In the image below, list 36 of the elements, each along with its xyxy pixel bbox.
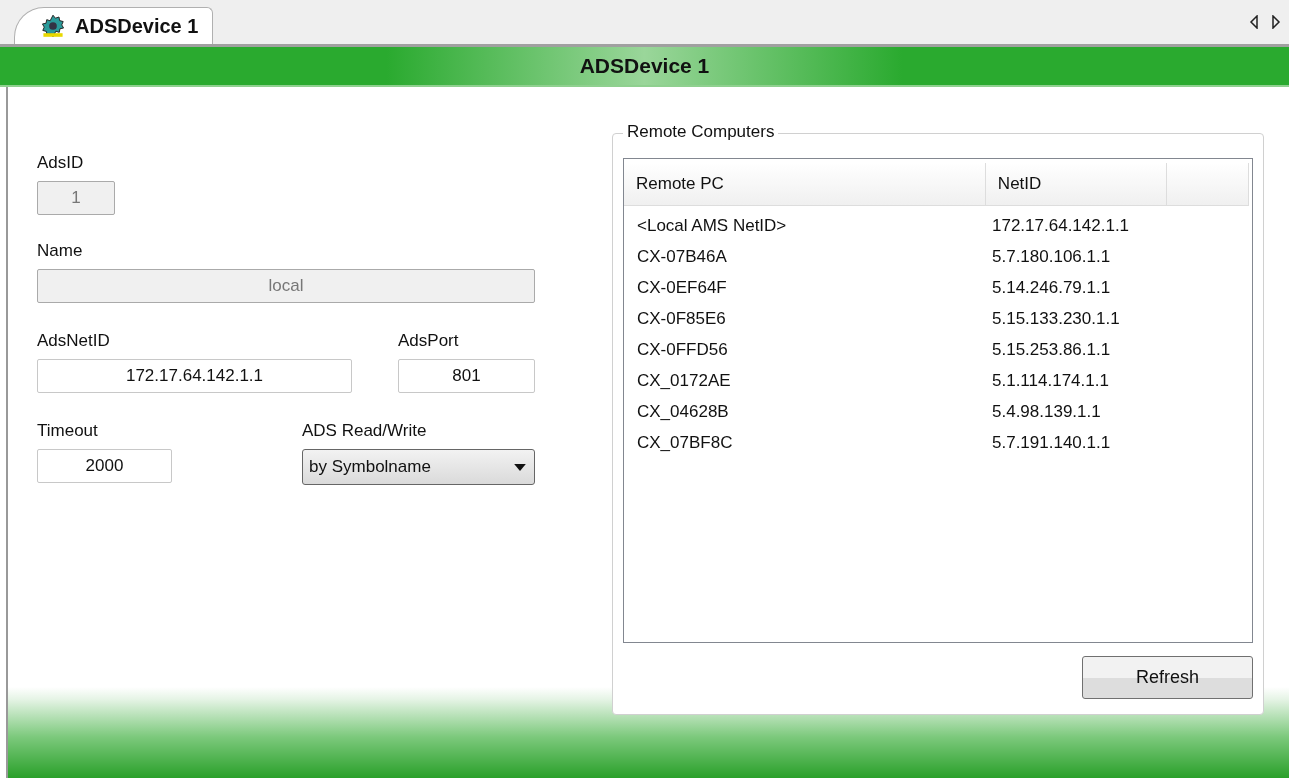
group-title: Remote Computers [623, 122, 779, 142]
list-cell[interactable]: CX-0EF64F [624, 277, 992, 298]
column-header[interactable]: NetID [985, 163, 1168, 205]
field-label: Name [37, 241, 83, 261]
ads-net-id-field[interactable]: 172.17.64.142.1.1 [37, 359, 352, 393]
timeout-field[interactable]: 2000 [37, 449, 172, 483]
field-label: AdsPort [398, 331, 459, 351]
column-header[interactable]: Remote PC [624, 163, 986, 205]
list-cell[interactable]: CX_07BF8C [624, 432, 992, 453]
list-cell[interactable]: 5.1.114.174.1.1 [992, 370, 1109, 391]
gear-icon [41, 14, 65, 38]
list-cell[interactable]: <Local AMS NetID> [624, 215, 992, 236]
list-cell[interactable]: CX-0F85E6 [624, 308, 992, 329]
device-tab[interactable]: ADSDevice 1 [14, 7, 214, 44]
field-label: AdsNetID [37, 331, 110, 351]
list-cell[interactable]: CX-07B46A [624, 246, 992, 267]
ads-port-field[interactable]: 801 [398, 359, 535, 393]
list-cell[interactable]: CX-0FFD56 [624, 339, 992, 360]
list-cell[interactable]: 5.7.191.140.1.1 [992, 432, 1111, 453]
field-label: Timeout [37, 421, 98, 441]
caret-icon [514, 463, 526, 471]
list-cell[interactable]: 5.15.253.86.1.1 [992, 339, 1111, 360]
list-cell[interactable]: 5.4.98.139.1.1 [992, 401, 1101, 422]
list-cell[interactable]: 5.7.180.106.1.1 [992, 246, 1111, 267]
header-title: ADSDevice 1 [579, 54, 710, 78]
list-cell[interactable]: CX_04628B [624, 401, 992, 422]
scroll-left-icon[interactable] [1249, 15, 1259, 29]
read-write-dropdown[interactable]: by Symbolname [302, 449, 535, 485]
scroll-right-icon[interactable] [1271, 15, 1281, 29]
refresh-button[interactable]: Refresh [1082, 656, 1253, 699]
list-cell[interactable]: 5.15.133.230.1.1 [992, 308, 1120, 329]
field-label: AdsID [37, 153, 84, 173]
list-cell[interactable]: 5.14.246.79.1.1 [992, 277, 1111, 298]
list-cell[interactable]: CX_0172AE [624, 370, 992, 391]
list-cell[interactable]: 172.17.64.142.1.1 [992, 215, 1130, 236]
field-label: ADS Read/Write [302, 421, 427, 441]
